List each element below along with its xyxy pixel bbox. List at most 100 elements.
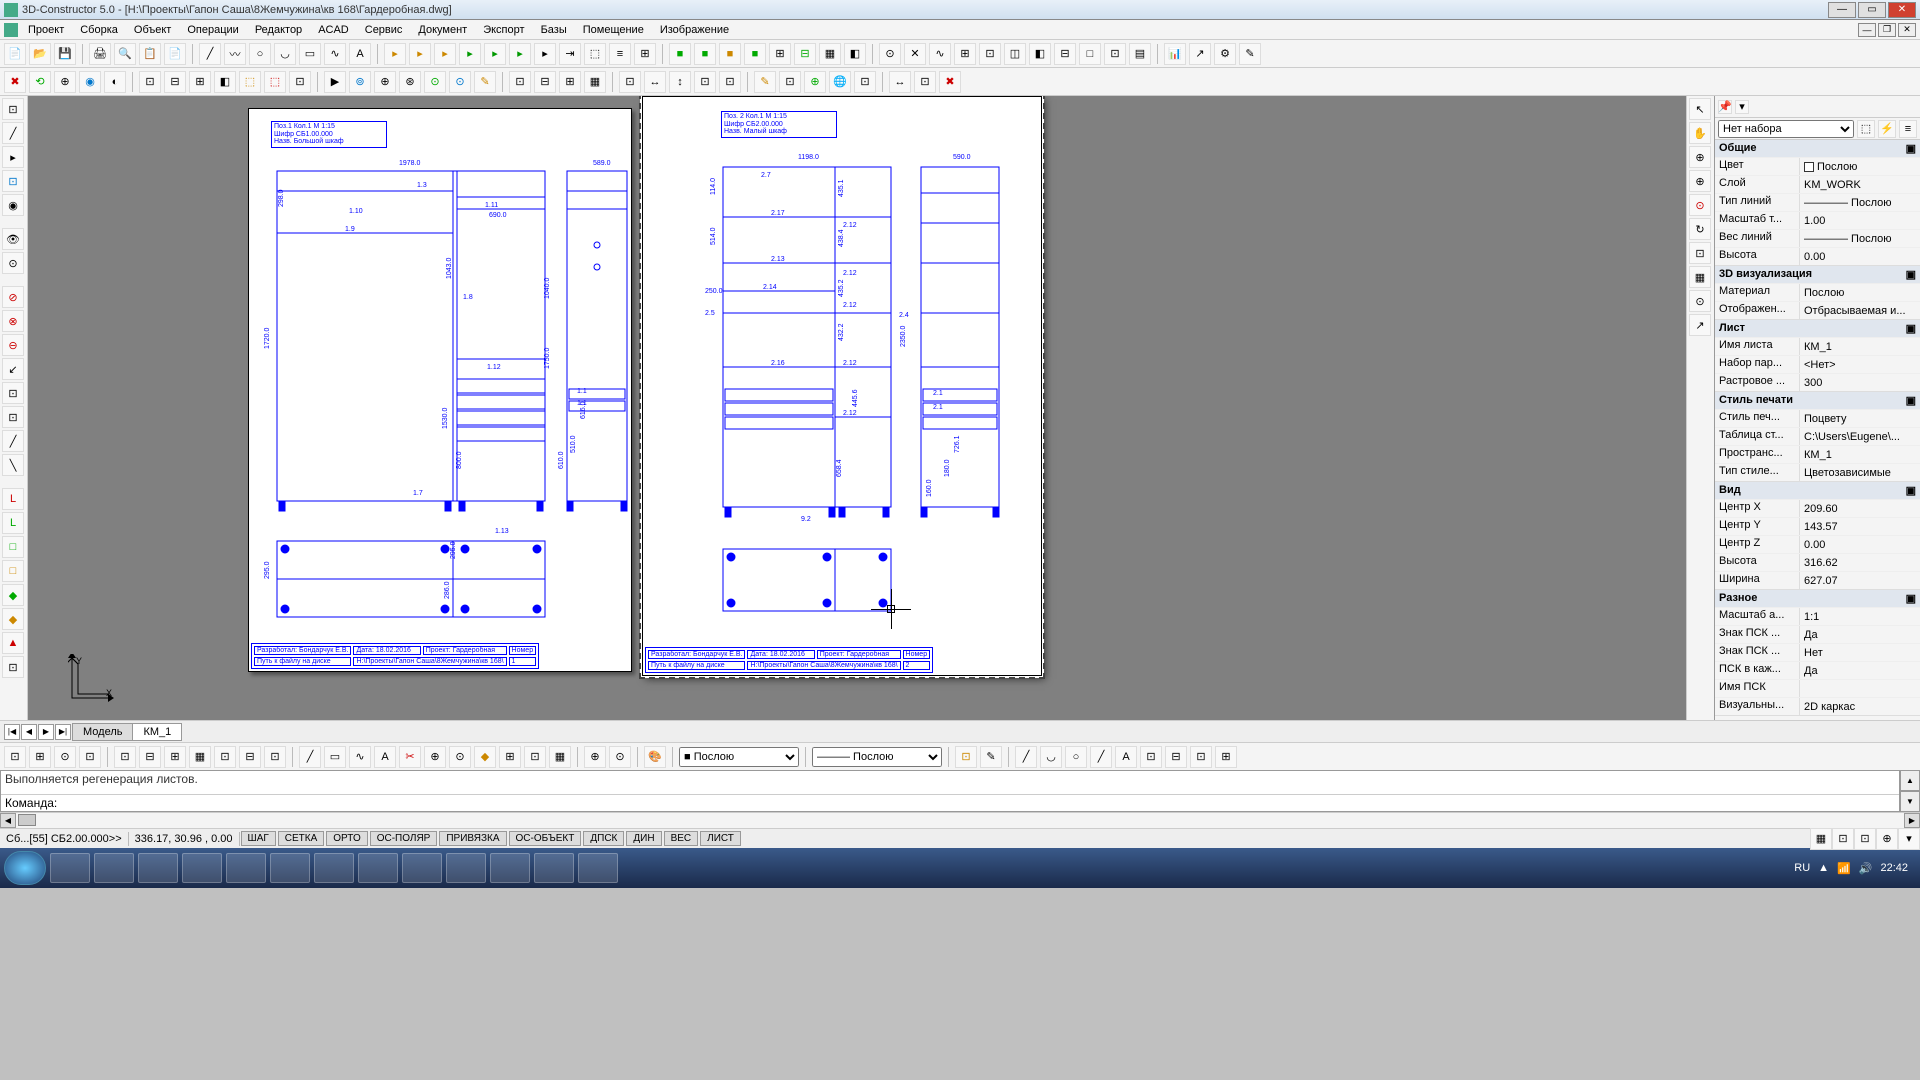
r9-icon[interactable]: ◧ (214, 71, 236, 93)
menu-помещение[interactable]: Помещение (575, 22, 652, 38)
lt15-icon[interactable]: ╲ (2, 454, 24, 476)
copy-icon[interactable]: 📋 (139, 43, 161, 65)
nav4-icon[interactable]: ▦ (1689, 266, 1711, 288)
r27-icon[interactable]: ⊡ (694, 71, 716, 93)
bt4-icon[interactable]: ⊡ (79, 746, 101, 768)
prop-group-3D визуализация[interactable]: 3D визуализация▣ (1715, 266, 1920, 283)
bt27-icon[interactable]: ✎ (980, 746, 1002, 768)
snap2-icon[interactable]: ✕ (904, 43, 926, 65)
status-toggle-ОС-ОБЪЕКТ[interactable]: ОС-ОБЪЕКТ (509, 831, 582, 846)
lt12-icon[interactable]: ⊡ (2, 382, 24, 404)
prop-row[interactable]: Высота316.62 (1715, 553, 1920, 571)
menu-сервис[interactable]: Сервис (357, 22, 411, 38)
r10-icon[interactable]: ⬚ (239, 71, 261, 93)
pan-icon[interactable]: ✋ (1689, 122, 1711, 144)
lt20-icon[interactable]: ◆ (2, 584, 24, 606)
g4-icon[interactable]: ■ (744, 43, 766, 65)
task-app-1[interactable] (94, 853, 134, 883)
nav2-icon[interactable]: ⊕ (1689, 170, 1711, 192)
new-icon[interactable]: 📄 (4, 43, 26, 65)
bt30-icon[interactable]: ○ (1065, 746, 1087, 768)
snap1-icon[interactable]: ⊙ (879, 43, 901, 65)
prop-row[interactable]: Пространс...КМ_1 (1715, 445, 1920, 463)
select-icon[interactable]: ↖ (1689, 98, 1711, 120)
prop-group-Лист[interactable]: Лист▣ (1715, 320, 1920, 337)
op10-icon[interactable]: ≡ (609, 43, 631, 65)
lt3-icon[interactable]: ▸ (2, 146, 24, 168)
bt33-icon[interactable]: ⊡ (1140, 746, 1162, 768)
tool-b-icon[interactable]: ✎ (1239, 43, 1261, 65)
open-icon[interactable]: 📂 (29, 43, 51, 65)
props-qselect-icon[interactable]: ⚡ (1878, 120, 1896, 138)
r5-icon[interactable]: ◐ (104, 71, 126, 93)
r21-icon[interactable]: ⊟ (534, 71, 556, 93)
tab-Модель[interactable]: Модель (72, 723, 133, 741)
tab-nav-prev[interactable]: ◀ (21, 724, 37, 740)
bt14-icon[interactable]: ∿ (349, 746, 371, 768)
g8-icon[interactable]: ◧ (844, 43, 866, 65)
prop-row[interactable]: Высота0.00 (1715, 247, 1920, 265)
lt8-icon[interactable]: ⊘ (2, 286, 24, 308)
maximize-button[interactable]: ▭ (1858, 2, 1886, 18)
bt3-icon[interactable]: ⊙ (54, 746, 76, 768)
drawing-canvas[interactable]: Поз.1 Кол.1 М 1:15 Шифр СБ1.00.000 Назв.… (28, 96, 1686, 720)
tab-КМ_1[interactable]: КМ_1 (132, 723, 182, 741)
bt1-icon[interactable]: ⊡ (4, 746, 26, 768)
task-app-11[interactable] (534, 853, 574, 883)
mdi-minimize-button[interactable]: — (1858, 23, 1876, 37)
menu-acad[interactable]: ACAD (310, 22, 357, 38)
op8-icon[interactable]: ⇥ (559, 43, 581, 65)
task-app-2[interactable] (138, 853, 178, 883)
prop-row[interactable]: Стиль печ...Поцвету (1715, 409, 1920, 427)
status-toggle-ВЕС[interactable]: ВЕС (664, 831, 699, 846)
task-app-7[interactable] (358, 853, 398, 883)
r25-icon[interactable]: ↔ (644, 71, 666, 93)
snap11-icon[interactable]: ▤ (1129, 43, 1151, 65)
r22-icon[interactable]: ⊞ (559, 71, 581, 93)
status-toggle-ДИН[interactable]: ДИН (626, 831, 661, 846)
prop-row[interactable]: Имя листаКМ_1 (1715, 337, 1920, 355)
tool-a-icon[interactable]: ⚙ (1214, 43, 1236, 65)
tab-nav-last[interactable]: ▶| (55, 724, 71, 740)
menu-экспорт[interactable]: Экспорт (475, 22, 532, 38)
bt20-icon[interactable]: ⊞ (499, 746, 521, 768)
linetype-select[interactable]: ——— Послою (812, 747, 942, 767)
r31-icon[interactable]: ⊕ (804, 71, 826, 93)
task-explorer[interactable] (50, 853, 90, 883)
lt13-icon[interactable]: ⊡ (2, 406, 24, 428)
bt36-icon[interactable]: ⊞ (1215, 746, 1237, 768)
menu-объект[interactable]: Объект (126, 22, 179, 38)
circle-icon[interactable]: ○ (249, 43, 271, 65)
tab-nav-first[interactable]: |◀ (4, 724, 20, 740)
prop-row[interactable]: Вес линий———— Послою (1715, 229, 1920, 247)
r35-icon[interactable]: ⊡ (914, 71, 936, 93)
snap5-icon[interactable]: ⊡ (979, 43, 1001, 65)
g1-icon[interactable]: ■ (669, 43, 691, 65)
hscrollbar[interactable]: ◀ ▶ (0, 812, 1920, 828)
r7-icon[interactable]: ⊟ (164, 71, 186, 93)
g5-icon[interactable]: ⊞ (769, 43, 791, 65)
lt23-icon[interactable]: ⊡ (2, 656, 24, 678)
polyline-icon[interactable]: 〰 (224, 43, 246, 65)
r32-icon[interactable]: 🌐 (829, 71, 851, 93)
chart-icon[interactable]: 📊 (1164, 43, 1186, 65)
r14-icon[interactable]: ⊚ (349, 71, 371, 93)
bt21-icon[interactable]: ⊡ (524, 746, 546, 768)
r8-icon[interactable]: ⊞ (189, 71, 211, 93)
lt9-icon[interactable]: ⊗ (2, 310, 24, 332)
r6-icon[interactable]: ⊡ (139, 71, 161, 93)
rect-icon[interactable]: ▭ (299, 43, 321, 65)
r23-icon[interactable]: ▦ (584, 71, 606, 93)
status-toggle-СЕТКА[interactable]: СЕТКА (278, 831, 325, 846)
bt34-icon[interactable]: ⊟ (1165, 746, 1187, 768)
prop-row[interactable]: Центр Z0.00 (1715, 535, 1920, 553)
selection-dropdown[interactable]: Нет набора (1718, 120, 1854, 138)
lt16-icon[interactable]: L (2, 488, 24, 510)
close-button[interactable]: ✕ (1888, 2, 1916, 18)
prop-row[interactable]: Ширина627.07 (1715, 571, 1920, 589)
r15-icon[interactable]: ⊕ (374, 71, 396, 93)
print-icon[interactable]: 🖨 (89, 43, 111, 65)
prop-group-Стиль печати[interactable]: Стиль печати▣ (1715, 392, 1920, 409)
bt23-icon[interactable]: ⊕ (584, 746, 606, 768)
orbit-icon[interactable]: ↻ (1689, 218, 1711, 240)
